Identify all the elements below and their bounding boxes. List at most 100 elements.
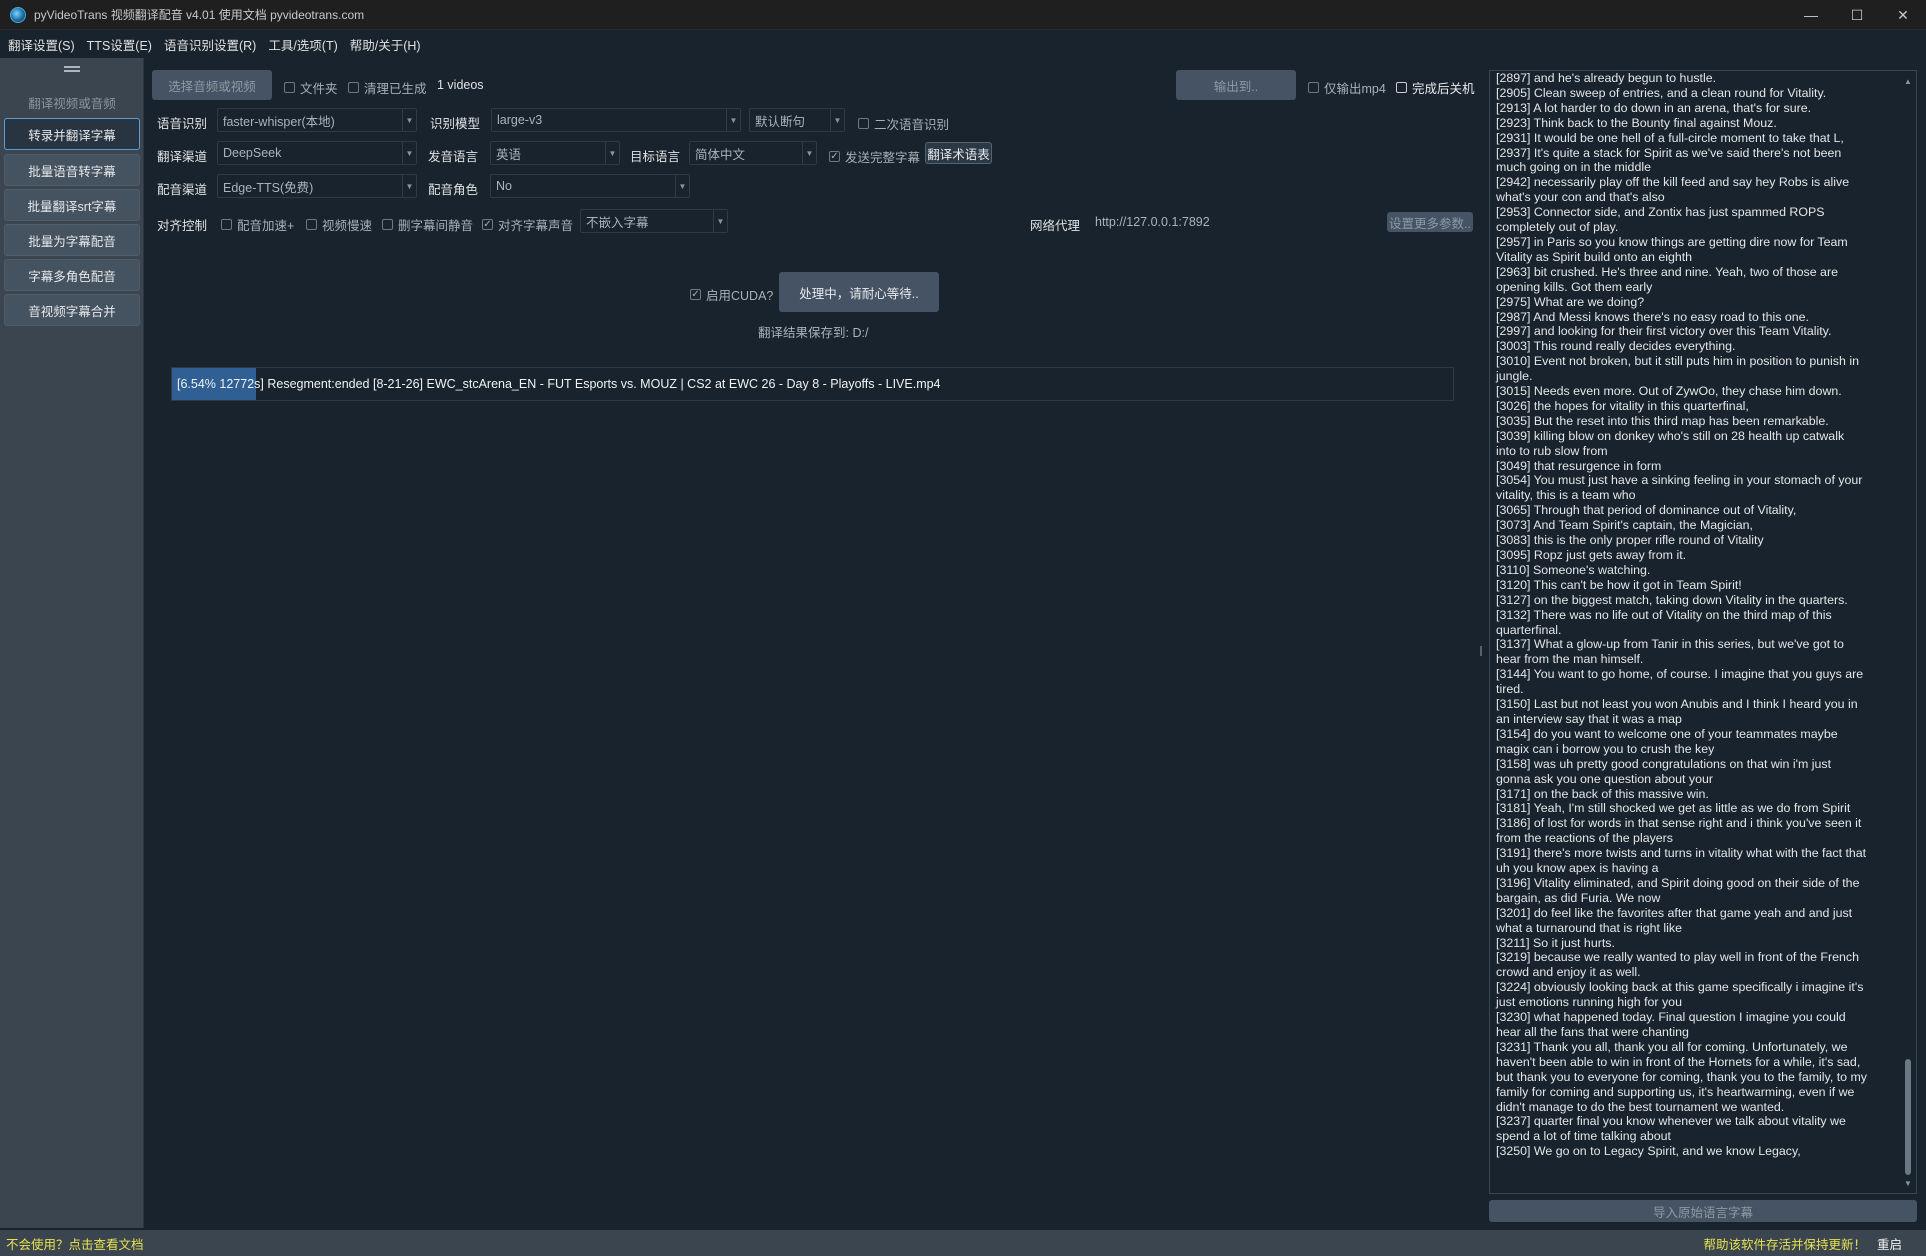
log-line: [2937] It's quite a stack for Spirit as …: [1496, 145, 1842, 160]
task-progress-bar[interactable]: [6.54% 12772s] Resegment:ended [8-21-26]…: [171, 367, 1454, 401]
log-scrollbar[interactable]: ▲ ▼: [1902, 75, 1914, 1189]
chevron-down-icon: ▼: [605, 142, 619, 164]
folder-checkbox[interactable]: 文件夹: [284, 78, 338, 97]
chevron-down-icon: ▼: [402, 142, 416, 164]
sidebar-item-merge-av-subtitle[interactable]: 音视频字幕合并: [4, 294, 140, 326]
log-line: [2957] in Paris so you know things are g…: [1496, 234, 1848, 249]
chevron-down-icon: ▼: [830, 109, 844, 131]
tts-channel-label: 配音渠道: [157, 183, 208, 197]
output-to-button[interactable]: 输出到..: [1176, 70, 1296, 100]
sidebar-header: 翻译视频或音频: [28, 96, 116, 111]
log-line: [3015] Needs even more. Out of ZywOo, th…: [1496, 384, 1842, 399]
import-original-subtitle-button[interactable]: 导入原始语言字幕: [1489, 1200, 1917, 1222]
target-language-select[interactable]: 简体中文 ▼: [689, 141, 817, 165]
checkbox-icon: [221, 219, 232, 230]
scroll-down-icon[interactable]: ▼: [1902, 1177, 1914, 1189]
log-line: [3224] obviously looking back at this ga…: [1496, 980, 1864, 995]
log-line: [3127] on the biggest match, taking down…: [1496, 592, 1848, 607]
align-audio-checkbox[interactable]: ✓ 对齐字幕声音: [482, 215, 573, 234]
log-line: [3150] Last but not least you won Anubis…: [1496, 697, 1858, 712]
sidebar-item-batch-asr[interactable]: 批量语音转字幕: [4, 154, 140, 186]
tts-channel-select[interactable]: Edge-TTS(免费) ▼: [217, 174, 417, 198]
log-line: [3196] Vitality eliminated, and Spirit d…: [1496, 875, 1860, 890]
scroll-thumb[interactable]: [1905, 1059, 1911, 1175]
source-language-select[interactable]: 英语 ▼: [490, 141, 620, 165]
more-params-button[interactable]: 设置更多参数..: [1387, 212, 1473, 232]
checkbox-icon: [382, 219, 393, 230]
log-line: [3211] So it just hurts.: [1496, 935, 1615, 950]
process-button[interactable]: 处理中，请耐心等待..: [779, 272, 939, 312]
log-line: [3154] do you want to welcome one of you…: [1496, 726, 1838, 741]
menu-tts-settings[interactable]: TTS设置(E): [79, 35, 156, 54]
log-line: [3186] of lost for words in that sense r…: [1496, 816, 1862, 831]
log-line: [3191] there's more twists and turns in …: [1496, 846, 1867, 861]
subtitle-log-lines: [2897] and he's already begun to hustle.…: [1496, 71, 1894, 1159]
log-line: [3095] Ropz just gets away from it.: [1496, 548, 1687, 562]
only-mp4-checkbox[interactable]: 仅输出mp4: [1308, 78, 1386, 97]
scroll-up-icon[interactable]: ▲: [1902, 75, 1914, 87]
log-line: hear all the fans that were chanting: [1496, 1025, 1689, 1039]
log-line: [3181] Yeah, I'm still shocked we get as…: [1496, 801, 1851, 816]
log-line: vitality, this is a team who: [1496, 488, 1636, 503]
source-language-label: 发音语言: [428, 150, 479, 164]
maximize-button[interactable]: ☐: [1834, 0, 1880, 30]
send-full-subtitle-checkbox[interactable]: ✓ 发送完整字幕: [829, 147, 920, 166]
log-line: [2963] bit crushed. He's three and nine.…: [1496, 264, 1838, 279]
proxy-input[interactable]: http://127.0.0.1:7892: [1095, 215, 1210, 229]
status-bar: 不会使用？点击查看文档 帮助该软件存活并保持更新！ 重启: [0, 1230, 1926, 1256]
help-docs-link[interactable]: 不会使用？点击查看文档: [6, 1234, 144, 1253]
log-line: [3230] what happened today. Final questi…: [1496, 1010, 1846, 1025]
minimize-button[interactable]: —: [1788, 0, 1834, 30]
log-line: [3250] We go on to Legacy Spirit, and we…: [1496, 1144, 1801, 1159]
menu-asr-settings[interactable]: 语音识别设置(R): [156, 35, 260, 54]
voice-role-select[interactable]: No ▼: [490, 174, 690, 198]
log-line: crowd and enjoy it as well.: [1496, 965, 1641, 980]
remove-silence-checkbox[interactable]: 删字幕间静音: [382, 215, 473, 234]
sidebar: 翻译视频或音频 转录并翻译字幕 批量语音转字幕 批量翻译srt字幕 批量为字幕配…: [0, 58, 144, 1228]
proxy-label: 网络代理: [1030, 219, 1081, 233]
menu-translation-settings[interactable]: 翻译设置(S): [0, 35, 79, 54]
log-line: didn't manage to do the best tournament …: [1496, 1099, 1785, 1114]
asr-select[interactable]: faster-whisper(本地) ▼: [217, 108, 417, 132]
cuda-checkbox[interactable]: ✓ 启用CUDA?: [690, 285, 773, 304]
translation-channel-label: 翻译渠道: [157, 150, 208, 164]
log-line: [3231] Thank you all, thank you all for …: [1496, 1039, 1848, 1054]
speedup-checkbox[interactable]: 配音加速+: [221, 215, 294, 234]
clear-generated-checkbox[interactable]: 清理已生成: [348, 78, 427, 97]
sidebar-item-batch-translate-srt[interactable]: 批量翻译srt字幕: [4, 189, 140, 221]
log-line: [2975] What are we doing?: [1496, 294, 1645, 309]
sidebar-item-multi-role-dubbing[interactable]: 字幕多角色配音: [4, 259, 140, 291]
support-link[interactable]: 帮助该软件存活并保持更新！: [1703, 1234, 1866, 1253]
checkbox-icon: [858, 118, 869, 129]
log-line: tired.: [1496, 682, 1524, 697]
log-line: haven't been able to win in front of the…: [1496, 1054, 1861, 1069]
checkbox-icon: [348, 82, 359, 93]
translation-channel-select[interactable]: DeepSeek ▼: [217, 141, 417, 165]
slow-video-checkbox[interactable]: 视频慢速: [306, 215, 372, 234]
subtitle-log-panel[interactable]: [2897] and he's already begun to hustle.…: [1489, 70, 1917, 1194]
sidebar-item-batch-dubbing[interactable]: 批量为字幕配音: [4, 224, 140, 256]
split-mode-select[interactable]: 默认断句 ▼: [749, 108, 845, 132]
checkbox-icon: [306, 219, 317, 230]
toolbar-grip-icon[interactable]: [64, 66, 80, 72]
close-button[interactable]: ✕: [1880, 0, 1926, 30]
shutdown-after-checkbox[interactable]: 完成后关机: [1396, 78, 1475, 97]
select-media-button[interactable]: 选择音频或视频: [152, 70, 272, 100]
restart-button[interactable]: 重启: [1877, 1234, 1902, 1253]
log-line: [3054] You must just have a sinking feel…: [1496, 473, 1863, 488]
glossary-button[interactable]: 翻译术语表: [925, 142, 992, 164]
log-line: gonna ask you one question about your: [1496, 771, 1713, 786]
model-select[interactable]: large-v3 ▼: [491, 108, 741, 132]
asr-label: 语音识别: [157, 117, 208, 131]
sidebar-item-transcribe-translate[interactable]: 转录并翻译字幕: [4, 118, 140, 150]
menu-help[interactable]: 帮助/关于(H): [342, 35, 425, 54]
second-asr-checkbox[interactable]: 二次语音识别: [858, 114, 949, 133]
menu-tools[interactable]: 工具/选项(T): [260, 35, 341, 54]
log-line: into to rub slow from: [1496, 443, 1608, 458]
log-line: [2997] and looking for their first victo…: [1496, 324, 1832, 339]
embed-subtitle-select[interactable]: 不嵌入字幕 ▼: [580, 209, 728, 233]
log-line: [3083] this is the only proper rifle rou…: [1496, 533, 1764, 548]
log-line: [2897] and he's already begun to hustle.: [1496, 71, 1717, 85]
log-line: bargain, as did Furia. We now: [1496, 890, 1661, 905]
panel-splitter[interactable]: [1477, 66, 1487, 1226]
